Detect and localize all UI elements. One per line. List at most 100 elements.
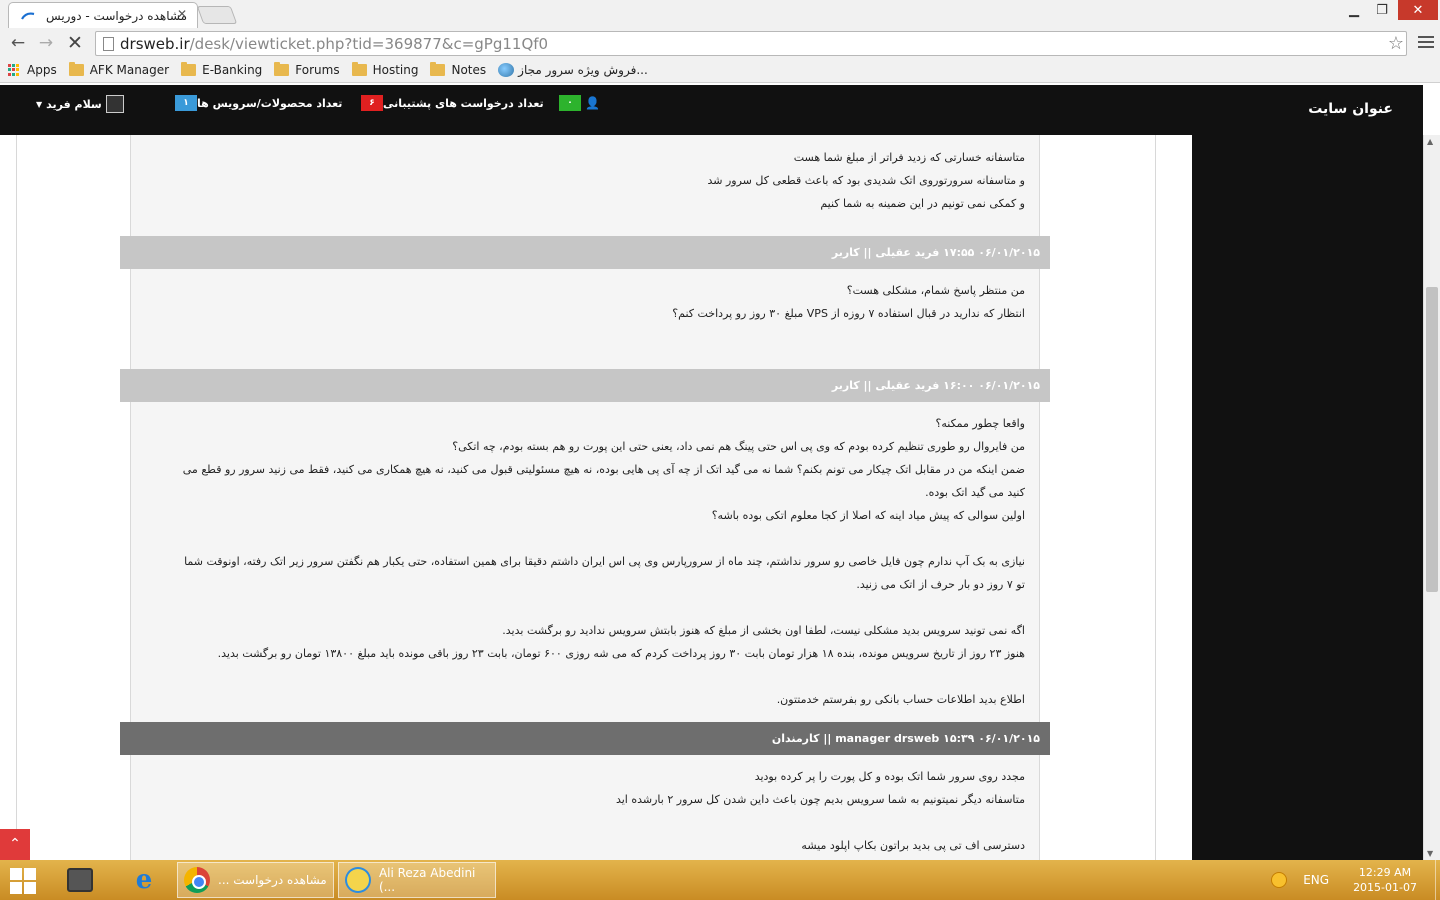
greeting-label: سلام فرید: [46, 97, 102, 111]
back-arrow-icon[interactable]: ←: [6, 32, 30, 54]
system-tray: ENG 12:29 AM 2015-01-07: [1271, 860, 1440, 900]
bookmark-star-icon[interactable]: ☆: [1388, 33, 1404, 54]
bookmark-label: Notes: [451, 63, 487, 77]
bookmark-label: AFK Manager: [89, 63, 170, 77]
site-favicon-icon: [21, 12, 35, 20]
message-line: واقعا چطور ممکنه؟: [935, 417, 1025, 430]
user-count-item[interactable]: 👤 ۰: [551, 95, 600, 111]
support-tickets-label: تعداد درخواست های پشتیبانی: [383, 96, 544, 110]
apps-grid-icon: [8, 63, 21, 77]
user-menu[interactable]: سلام فرید ▼: [36, 95, 124, 113]
show-desktop-button[interactable]: [1435, 860, 1440, 900]
content-frame-left: [16, 135, 17, 860]
clock-date: 2015-01-07: [1353, 881, 1417, 894]
bookmark-apps[interactable]: Apps: [8, 63, 57, 77]
url-path: /desk/viewticket.php?tid=369877&c=gPg11Q…: [189, 34, 549, 53]
message-header-customer: ۰۶/۰۱/۲۰۱۵ ۱۷:۵۵ فرید عقیلی || کاربر: [120, 236, 1050, 269]
bookmark-server-sale[interactable]: فروش ویژه سرور مجاز...: [498, 63, 648, 77]
url-host: drsweb.ir: [120, 34, 190, 53]
message-line: متاسفانه خسارتی که زدید فراتر از مبلغ شم…: [793, 151, 1025, 164]
scroll-up-arrow-icon[interactable]: ▲: [1427, 137, 1433, 146]
message-line: تو ۷ روز دو بار حرف از اتک می زنید.: [856, 578, 1025, 591]
folder-icon: [351, 62, 367, 76]
bookmark-notes[interactable]: Notes: [430, 62, 487, 77]
system-clock[interactable]: 12:29 AM 2015-01-07: [1353, 865, 1417, 895]
services-badge: ۱: [175, 95, 197, 111]
message-line: [161, 596, 1025, 619]
taskbar-window-label: مشاهده درخواست ...: [218, 873, 327, 887]
taskbar-skype-window[interactable]: Ali Reza Abedini (...: [338, 862, 496, 898]
bookmark-forums[interactable]: Forums: [274, 62, 340, 77]
page-icon: [103, 37, 114, 51]
message-line: مجدد روی سرور شما اتک بوده و کل پورت را …: [754, 770, 1025, 783]
input-language-indicator[interactable]: ENG: [1303, 873, 1329, 887]
content-frame-right: [1155, 135, 1156, 860]
bookmark-label: فروش ویژه سرور مجاز...: [518, 63, 648, 77]
message-line: نیازی به بک آپ ندارم چون فایل خاصی رو سر…: [184, 555, 1025, 568]
window-maximize-button[interactable]: ❐: [1368, 0, 1396, 20]
message-line: [161, 527, 1025, 550]
stop-loading-icon[interactable]: ✕: [63, 32, 87, 54]
message-body: متاسفانه خسارتی که زدید فراتر از مبلغ شم…: [130, 135, 1040, 236]
skype-chat-icon: [345, 867, 371, 893]
right-sidebar: [1192, 135, 1423, 860]
services-item[interactable]: تعداد محصولات/سرویس ها ۱: [167, 95, 342, 111]
message-line: و متاسفانه سرورتوروی اتک شدیدی بود که با…: [707, 174, 1026, 187]
internet-explorer-icon[interactable]: e: [122, 863, 166, 897]
browser-toolbar: ← → ✕ drsweb.ir/desk/viewticket.php?tid=…: [0, 30, 1440, 58]
message-body: من منتظر پاسخ شمام، مشکلی هست؟ انتظار که…: [130, 269, 1040, 369]
window-minimize-button[interactable]: ▁: [1340, 0, 1368, 20]
sublime-text-icon[interactable]: [58, 863, 102, 897]
message-line: اگه نمی تونید سرویس بدید مشکلی نیست، لطف…: [502, 624, 1025, 637]
message-line: دسترسی اف تی پی بدید براتون بکاپ اپلود م…: [801, 839, 1025, 852]
message-line: من منتظر پاسخ شمام، مشکلی هست؟: [846, 284, 1025, 297]
support-tickets-badge: ۶: [361, 95, 383, 111]
bookmarks-bar: Apps AFK Manager E-Banking Forums Hostin…: [0, 58, 1440, 83]
window-close-button[interactable]: ✕: [1398, 0, 1438, 20]
forward-arrow-icon[interactable]: →: [34, 32, 58, 54]
tab-close-icon[interactable]: ✕: [177, 7, 187, 21]
taskbar-chrome-window[interactable]: مشاهده درخواست ...: [177, 862, 334, 898]
new-tab-button[interactable]: [196, 6, 238, 24]
bookmark-label: Apps: [27, 63, 57, 77]
user-count-badge: ۰: [559, 95, 581, 111]
bookmark-label: Hosting: [372, 63, 419, 77]
bookmark-afk-manager[interactable]: AFK Manager: [68, 62, 170, 77]
message-body: مجدد روی سرور شما اتک بوده و کل پورت را …: [130, 755, 1040, 860]
user-icon: 👤: [585, 96, 600, 110]
message-line: متاسفانه دیگر نمیتونیم به شما سرویس بدیم…: [615, 793, 1025, 806]
chrome-icon: [184, 867, 210, 893]
folder-icon: [274, 62, 290, 76]
message-body: واقعا چطور ممکنه؟ من فایروال رو طوری تنظ…: [130, 402, 1040, 722]
bookmark-e-banking[interactable]: E-Banking: [181, 62, 263, 77]
message-line: [161, 665, 1025, 688]
scroll-down-arrow-icon[interactable]: ▼: [1427, 849, 1433, 858]
folder-icon: [430, 62, 446, 76]
folder-icon: [68, 62, 84, 76]
windows-taskbar: e مشاهده درخواست ... Ali Reza Abedini (.…: [0, 860, 1440, 900]
chrome-menu-icon[interactable]: [1418, 36, 1434, 50]
emoji-tray-icon[interactable]: [1271, 872, 1288, 888]
scroll-to-top-button[interactable]: ⌃: [0, 829, 30, 860]
support-tickets-item[interactable]: تعداد درخواست های پشتیبانی ۶: [353, 95, 544, 111]
message-line: انتظار که ندارید در قبال استفاده ۷ روزه …: [672, 307, 1025, 320]
globe-icon: [498, 63, 515, 77]
address-bar[interactable]: drsweb.ir/desk/viewticket.php?tid=369877…: [95, 31, 1407, 56]
clock-time: 12:29 AM: [1358, 866, 1412, 879]
bookmark-label: E-Banking: [202, 63, 263, 77]
ticket-thread: متاسفانه خسارتی که زدید فراتر از مبلغ شم…: [120, 135, 1050, 860]
message-line: هنوز ۲۳ روز از تاریخ سرویس مونده، بنده ۱…: [217, 647, 1025, 660]
message-line: [161, 811, 1025, 834]
site-title[interactable]: عنوان سایت: [1308, 101, 1393, 117]
windows-start-icon[interactable]: [10, 868, 38, 894]
bookmark-label: Forums: [295, 63, 340, 77]
message-line: ضمن اینکه من در مقابل اتک چیکار می تونم …: [182, 463, 1025, 476]
vertical-scrollbar[interactable]: ▲ ▼: [1423, 135, 1440, 860]
message-line: کنید می گید اتک بوده.: [925, 486, 1025, 499]
message-line: اطلاع بدید اطلاعات حساب بانکی رو بفرستم …: [776, 693, 1025, 706]
scrollbar-thumb[interactable]: [1426, 287, 1438, 592]
message-line: من فایروال رو طوری تنظیم کرده بودم که وی…: [452, 440, 1025, 453]
bookmark-hosting[interactable]: Hosting: [351, 62, 419, 77]
message-line: [161, 325, 1025, 348]
browser-tab-active[interactable]: مشاهده درخواست - دوریس ✕: [8, 2, 198, 28]
